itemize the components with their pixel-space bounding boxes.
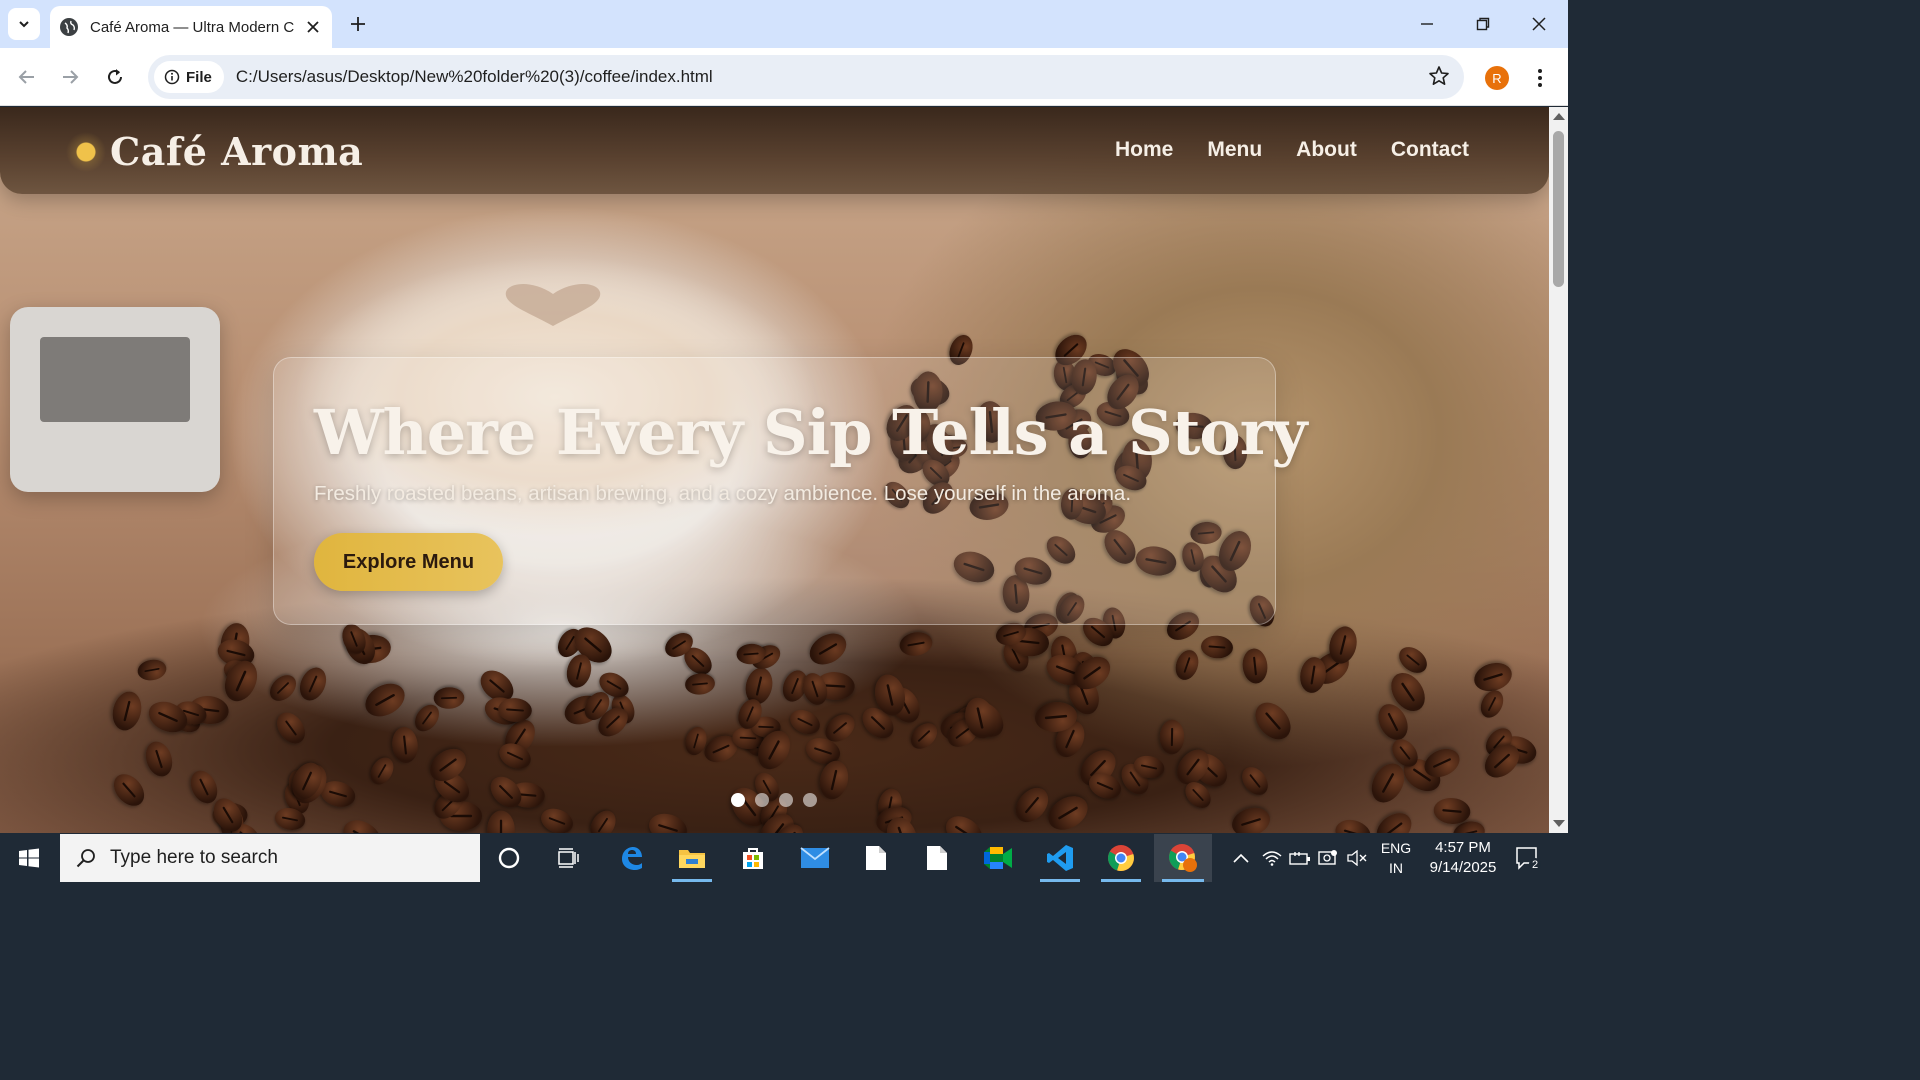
network-icon[interactable] (1314, 834, 1342, 882)
browser-tab-bar: Café Aroma — Ultra Modern Co (0, 0, 1568, 48)
close-tab-icon[interactable] (304, 18, 322, 36)
site-navbar: Café Aroma Home Menu About Contact (0, 107, 1549, 194)
logo-dot-icon (66, 131, 106, 172)
nav-link-menu[interactable]: Menu (1207, 138, 1262, 162)
restore-icon (1476, 17, 1490, 31)
active-tab[interactable]: Café Aroma — Ultra Modern Co (50, 6, 332, 48)
plus-icon (351, 17, 365, 31)
wifi-icon[interactable] (1258, 834, 1286, 882)
close-window-button[interactable] (1511, 0, 1567, 48)
background-phone-image (10, 307, 220, 492)
scroll-up-arrow-icon[interactable] (1553, 113, 1565, 120)
url-text[interactable]: C:/Users/asus/Desktop/New%20folder%20(3)… (236, 67, 713, 87)
minimize-button[interactable] (1399, 0, 1455, 48)
arrow-left-icon (18, 70, 34, 84)
browser-toolbar: File C:/Users/asus/Desktop/New%20folder%… (0, 48, 1568, 106)
volume-muted-icon[interactable] (1342, 834, 1374, 882)
brand-name: Café Aroma (110, 129, 364, 174)
nav-link-home[interactable]: Home (1115, 138, 1173, 162)
reload-icon (108, 69, 122, 84)
vscode-icon[interactable] (1032, 834, 1088, 882)
windows-logo-icon (19, 848, 39, 868)
slider-dots (731, 793, 817, 807)
start-button[interactable] (0, 834, 58, 882)
language-code: ENG (1380, 840, 1412, 856)
site-logo[interactable]: Café Aroma (66, 129, 363, 174)
main-nav: Home Menu About Contact (1115, 138, 1469, 162)
language-region: IN (1389, 860, 1403, 876)
cortana-icon[interactable] (481, 834, 537, 882)
search-icon (76, 849, 95, 868)
hero-card: Where Every Sip Tells a Story Freshly ro… (273, 357, 1307, 625)
chrome-icon[interactable] (1093, 834, 1149, 882)
language-indicator[interactable]: ENG IN (1380, 838, 1412, 878)
page-viewport: Café Aroma Home Menu About Contact Where… (0, 107, 1549, 833)
slider-dot-4[interactable] (803, 793, 817, 807)
battery-icon[interactable] (1286, 834, 1314, 882)
system-clock[interactable]: 4:57 PM 9/14/2025 (1420, 838, 1506, 878)
notification-count: 2 (1532, 859, 1538, 871)
arrow-right-icon (63, 70, 79, 84)
slider-dot-1[interactable] (731, 793, 745, 807)
reload-button[interactable] (99, 61, 131, 93)
latte-heart-image (505, 284, 601, 326)
notification-center-icon[interactable]: 2 (1514, 844, 1542, 872)
forward-button[interactable] (54, 61, 86, 93)
scroll-down-arrow-icon[interactable] (1553, 820, 1565, 827)
site-info-chip[interactable]: File (154, 61, 224, 93)
profile-avatar[interactable]: R (1485, 66, 1509, 90)
restore-button[interactable] (1455, 0, 1511, 48)
slider-dot-2[interactable] (755, 793, 769, 807)
bookmark-star-icon[interactable] (1428, 65, 1450, 91)
chevron-down-icon (19, 21, 29, 28)
vertical-scrollbar[interactable] (1549, 107, 1568, 833)
explore-menu-button[interactable]: Explore Menu (314, 533, 503, 591)
taskbar-search[interactable]: Type here to search (60, 834, 480, 882)
tab-search-button[interactable] (8, 8, 40, 40)
site-info-label: File (186, 68, 212, 86)
clock-date: 9/14/2025 (1429, 859, 1497, 876)
task-view-icon[interactable] (540, 834, 596, 882)
info-icon (164, 69, 180, 85)
file-explorer-icon[interactable] (664, 834, 720, 882)
globe-icon (60, 18, 78, 36)
nav-link-contact[interactable]: Contact (1391, 138, 1469, 162)
hero-subtitle: Freshly roasted beans, artisan brewing, … (314, 482, 1132, 505)
new-tab-button[interactable] (344, 10, 372, 38)
slider-dot-3[interactable] (779, 793, 793, 807)
microsoft-store-icon[interactable] (725, 834, 781, 882)
mail-icon[interactable] (787, 834, 843, 882)
chrome-profile-icon[interactable] (1154, 834, 1212, 882)
scrollbar-thumb[interactable] (1553, 131, 1564, 287)
windows-taskbar: Type here to search ENG IN 4:57 PM 9/14/… (0, 834, 1568, 882)
show-hidden-icons-chevron-up-icon[interactable] (1228, 834, 1254, 882)
file-icon[interactable] (848, 834, 904, 882)
tab-title: Café Aroma — Ultra Modern Co (90, 18, 295, 36)
hero-title: Where Every Sip Tells a Story (314, 396, 1307, 469)
edge-icon[interactable] (603, 834, 659, 882)
minimize-icon (1421, 23, 1433, 25)
back-button[interactable] (11, 61, 43, 93)
address-bar[interactable]: File C:/Users/asus/Desktop/New%20folder%… (148, 55, 1464, 99)
close-icon (1532, 17, 1546, 31)
taskbar-search-placeholder: Type here to search (110, 847, 278, 868)
google-meet-icon[interactable] (970, 834, 1026, 882)
browser-menu-icon[interactable] (1530, 63, 1550, 93)
nav-link-about[interactable]: About (1296, 138, 1357, 162)
clock-time: 4:57 PM (1435, 839, 1491, 856)
file-icon[interactable] (909, 834, 965, 882)
